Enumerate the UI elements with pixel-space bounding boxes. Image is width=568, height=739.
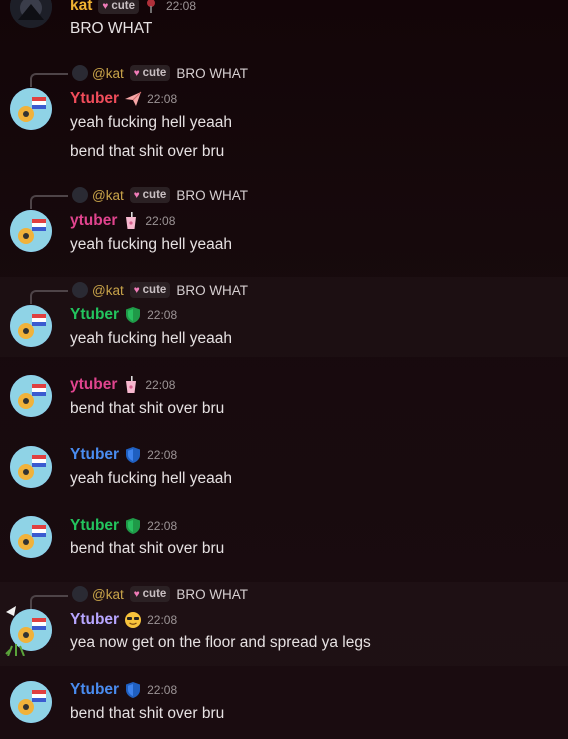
timestamp: 22:08 <box>145 214 176 228</box>
author-name[interactable]: Ytuber <box>70 681 119 699</box>
timestamp: 22:08 <box>147 448 178 462</box>
author-name[interactable]: Ytuber <box>70 611 119 629</box>
reply-text: BRO WHAT <box>176 282 249 298</box>
message-feed: kat ♥ cute 22:08 BRO WHAT @kat ♥ cute BRO … <box>0 0 568 739</box>
heart-icon: ♥ <box>102 0 109 12</box>
message-text: bend that shit over bru <box>70 143 225 160</box>
message-text: bend that shit over bru <box>70 705 225 722</box>
timestamp: 22:08 <box>147 519 178 533</box>
role-tag: ♥ cute <box>129 282 171 298</box>
blue-shield-icon <box>124 681 142 699</box>
avatar[interactable] <box>10 88 52 130</box>
paper-plane-icon <box>124 90 142 108</box>
timestamp: 22:08 <box>166 0 197 13</box>
avatar[interactable] <box>10 446 52 488</box>
reply-preview[interactable]: @kat ♥ cute BRO WHAT <box>72 281 248 299</box>
timestamp: 22:08 <box>147 308 178 322</box>
reply-avatar <box>72 282 88 298</box>
milkshake-cup-icon <box>122 376 140 394</box>
reply-spine <box>30 595 68 609</box>
sunglasses-emoji-icon <box>124 611 142 629</box>
message-row[interactable]: Ytuber 22:08 yeah fucking hell yeaah <box>0 435 568 495</box>
author-name[interactable]: Ytuber <box>70 517 119 535</box>
message-row[interactable]: @kat ♥ cute BRO WHAT Ytuber 22:08 yea now… <box>0 582 568 666</box>
reply-preview[interactable]: @kat ♥ cute BRO WHAT <box>72 585 248 603</box>
green-shield-icon <box>124 306 142 324</box>
avatar[interactable] <box>10 375 52 417</box>
message-text: yeah fucking hell yeaah <box>70 114 233 131</box>
reply-spine <box>30 290 68 304</box>
message-text: yeah fucking hell yeaah <box>70 236 233 253</box>
timestamp: 22:08 <box>147 613 178 627</box>
reply-text: BRO WHAT <box>176 586 249 602</box>
blue-shield-icon <box>124 446 142 464</box>
role-tag: ♥ cute <box>129 187 171 203</box>
author-name[interactable]: Ytuber <box>70 306 119 324</box>
message-text: BRO WHAT <box>70 20 153 37</box>
timestamp: 22:08 <box>145 378 176 392</box>
reply-avatar <box>72 65 88 81</box>
reply-mention[interactable]: @kat <box>92 66 124 81</box>
reply-text: BRO WHAT <box>176 187 249 203</box>
avatar[interactable] <box>10 681 52 723</box>
author-name[interactable]: ytuber <box>70 376 117 394</box>
avatar[interactable] <box>10 210 52 252</box>
author-name[interactable]: kat <box>70 0 92 15</box>
author-name[interactable]: ytuber <box>70 212 117 230</box>
reply-spine <box>30 195 68 209</box>
reply-avatar <box>72 586 88 602</box>
author-name[interactable]: Ytuber <box>70 446 119 464</box>
timestamp: 22:08 <box>147 92 178 106</box>
reply-text: BRO WHAT <box>176 65 249 81</box>
role-tag[interactable]: ♥ cute <box>98 0 139 14</box>
message-row[interactable]: Ytuber 22:08 bend that shit over bru <box>0 505 568 565</box>
role-tag-label: cute <box>142 284 167 296</box>
heart-icon: ♥ <box>133 67 140 79</box>
message-row[interactable]: Ytuber 22:08 bend that shit over bru <box>0 672 568 739</box>
reply-preview[interactable]: @kat ♥ cute BRO WHAT <box>72 186 248 204</box>
message-row[interactable]: ytuber 22:08 bend that shit over bru <box>0 365 568 425</box>
milkshake-cup-icon <box>122 212 140 230</box>
avatar[interactable] <box>10 0 52 28</box>
message-text: bend that shit over bru <box>70 400 225 417</box>
message-text: yeah fucking hell yeaah <box>70 330 233 347</box>
message-text: yeah fucking hell yeaah <box>70 470 233 487</box>
avatar[interactable] <box>10 305 52 347</box>
heart-icon: ♥ <box>133 189 140 201</box>
avatar[interactable] <box>10 516 52 558</box>
heart-icon: ♥ <box>133 588 140 600</box>
reply-mention[interactable]: @kat <box>92 587 124 602</box>
message-text: bend that shit over bru <box>70 540 225 557</box>
reply-avatar <box>72 187 88 203</box>
timestamp: 22:08 <box>147 683 178 697</box>
reply-spine <box>30 73 68 87</box>
reply-preview[interactable]: @kat ♥ cute BRO WHAT <box>72 64 248 82</box>
green-shield-icon <box>124 517 142 535</box>
message-text: yea now get on the floor and spread ya l… <box>70 634 371 651</box>
message-row[interactable]: @kat ♥ cute BRO WHAT Ytuber 22:08 yeah fu… <box>0 60 568 172</box>
author-name[interactable]: Ytuber <box>70 90 119 108</box>
message-row[interactable]: @kat ♥ cute BRO WHAT Ytuber 22:08 yeah fu… <box>0 277 568 357</box>
message-row[interactable]: @kat ♥ cute BRO WHAT ytuber 22:08 yeah fu… <box>0 182 568 262</box>
reply-mention[interactable]: @kat <box>92 188 124 203</box>
role-tag-label: cute <box>142 189 167 201</box>
pin-badge-icon <box>145 0 157 14</box>
role-tag-label: cute <box>142 588 167 600</box>
role-tag: ♥ cute <box>129 65 171 81</box>
message-kat[interactable]: kat ♥ cute 22:08 BRO WHAT <box>0 0 568 52</box>
avatar-decoration-icon <box>4 606 34 657</box>
role-tag-label: cute <box>142 67 167 79</box>
reply-mention[interactable]: @kat <box>92 283 124 298</box>
role-tag: ♥ cute <box>129 586 171 602</box>
heart-icon: ♥ <box>133 284 140 296</box>
role-tag-label: cute <box>111 0 135 12</box>
